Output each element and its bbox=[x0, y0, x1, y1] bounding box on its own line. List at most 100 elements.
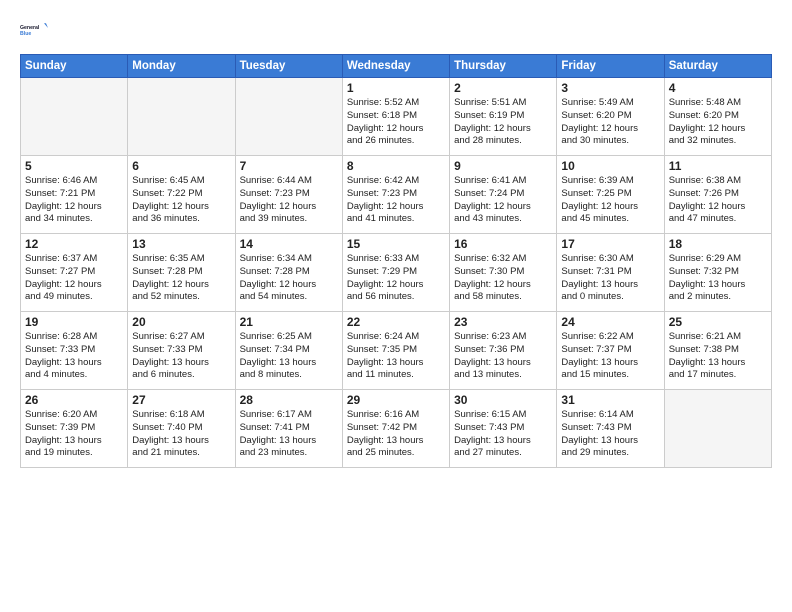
calendar-cell: 27Sunrise: 6:18 AM Sunset: 7:40 PM Dayli… bbox=[128, 390, 235, 468]
day-number: 22 bbox=[347, 315, 445, 329]
day-number: 16 bbox=[454, 237, 552, 251]
day-number: 21 bbox=[240, 315, 338, 329]
calendar-cell: 26 Sunrise: 6:20 AM Sunset: 7:39 PM Dayli… bbox=[21, 390, 128, 468]
calendar-cell: 30Sunrise: 6:15 AM Sunset: 7:43 PM Dayli… bbox=[450, 390, 557, 468]
day-info: Sunrise: 6:29 AM Sunset: 7:32 PM Dayligh… bbox=[669, 253, 767, 304]
calendar-cell: 6 Sunrise: 6:45 AM Sunset: 7:22 PM Daylig… bbox=[128, 156, 235, 234]
day-info: Sunrise: 6:27 AM Sunset: 7:33 PM Dayligh… bbox=[132, 331, 230, 382]
calendar-cell: 9 Sunrise: 6:41 AM Sunset: 7:24 PM Daylig… bbox=[450, 156, 557, 234]
day-info: Sunrise: 6:37 AM Sunset: 7:27 PM Dayligh… bbox=[25, 253, 123, 304]
day-number: 26 bbox=[25, 393, 123, 407]
day-number: 23 bbox=[454, 315, 552, 329]
day-info: Sunrise: 6:45 AM Sunset: 7:22 PM Dayligh… bbox=[132, 175, 230, 226]
calendar-cell: 12 Sunrise: 6:37 AM Sunset: 7:27 PM Dayli… bbox=[21, 234, 128, 312]
calendar-cell: 2 Sunrise: 5:51 AM Sunset: 6:19 PM Daylig… bbox=[450, 78, 557, 156]
svg-text:Blue: Blue bbox=[20, 31, 31, 37]
day-number: 6 bbox=[132, 159, 230, 173]
day-number: 14 bbox=[240, 237, 338, 251]
calendar-cell: 21 Sunrise: 6:25 AM Sunset: 7:34 PM Dayli… bbox=[235, 312, 342, 390]
day-info: Sunrise: 6:34 AM Sunset: 7:28 PM Dayligh… bbox=[240, 253, 338, 304]
calendar-cell: 10 Sunrise: 6:39 AM Sunset: 7:25 PM Dayli… bbox=[557, 156, 664, 234]
weekday-header-thursday: Thursday bbox=[450, 55, 557, 78]
calendar-cell: 22 Sunrise: 6:24 AM Sunset: 7:35 PM Dayli… bbox=[342, 312, 449, 390]
day-info: Sunrise: 6:42 AM Sunset: 7:23 PM Dayligh… bbox=[347, 175, 445, 226]
day-number: 7 bbox=[240, 159, 338, 173]
day-info: Sunrise: 6:33 AM Sunset: 7:29 PM Dayligh… bbox=[347, 253, 445, 304]
day-number: 17 bbox=[561, 237, 659, 251]
calendar-cell: 13 Sunrise: 6:35 AM Sunset: 7:28 PM Dayli… bbox=[128, 234, 235, 312]
day-number: 29 bbox=[347, 393, 445, 407]
day-number: 30 bbox=[454, 393, 552, 407]
day-number: 13 bbox=[132, 237, 230, 251]
day-info: Sunrise: 6:24 AM Sunset: 7:35 PM Dayligh… bbox=[347, 331, 445, 382]
weekday-header-sunday: Sunday bbox=[21, 55, 128, 78]
day-info: Sunrise: 6:32 AM Sunset: 7:30 PM Dayligh… bbox=[454, 253, 552, 304]
calendar-cell: 14 Sunrise: 6:34 AM Sunset: 7:28 PM Dayli… bbox=[235, 234, 342, 312]
calendar-cell: 5 Sunrise: 6:46 AM Sunset: 7:21 PM Daylig… bbox=[21, 156, 128, 234]
day-info: Sunrise: 6:20 AM Sunset: 7:39 PM Dayligh… bbox=[25, 409, 123, 460]
day-info: Sunrise: 6:39 AM Sunset: 7:25 PM Dayligh… bbox=[561, 175, 659, 226]
calendar-cell: 31 Sunrise: 6:14 AM Sunset: 7:43 PM Dayli… bbox=[557, 390, 664, 468]
calendar-cell bbox=[21, 78, 128, 156]
day-info: Sunrise: 6:25 AM Sunset: 7:34 PM Dayligh… bbox=[240, 331, 338, 382]
calendar-cell: 20 Sunrise: 6:27 AM Sunset: 7:33 PM Dayli… bbox=[128, 312, 235, 390]
calendar-cell bbox=[235, 78, 342, 156]
calendar-table: SundayMondayTuesdayWednesdayThursdayFrid… bbox=[20, 54, 772, 468]
day-number: 24 bbox=[561, 315, 659, 329]
calendar-cell: 8 Sunrise: 6:42 AM Sunset: 7:23 PM Daylig… bbox=[342, 156, 449, 234]
page-header: GeneralBlue bbox=[20, 16, 772, 44]
day-number: 1 bbox=[347, 81, 445, 95]
day-info: Sunrise: 5:52 AM Sunset: 6:18 PM Dayligh… bbox=[347, 97, 445, 148]
day-info: Sunrise: 6:35 AM Sunset: 7:28 PM Dayligh… bbox=[132, 253, 230, 304]
day-info: Sunrise: 6:14 AM Sunset: 7:43 PM Dayligh… bbox=[561, 409, 659, 460]
day-info: Sunrise: 5:49 AM Sunset: 6:20 PM Dayligh… bbox=[561, 97, 659, 148]
day-number: 25 bbox=[669, 315, 767, 329]
day-number: 2 bbox=[454, 81, 552, 95]
day-number: 18 bbox=[669, 237, 767, 251]
svg-text:General: General bbox=[20, 25, 40, 31]
day-info: Sunrise: 6:18 AM Sunset: 7:40 PM Dayligh… bbox=[132, 409, 230, 460]
day-number: 12 bbox=[25, 237, 123, 251]
weekday-header-wednesday: Wednesday bbox=[342, 55, 449, 78]
weekday-header-saturday: Saturday bbox=[664, 55, 771, 78]
calendar-cell: 17 Sunrise: 6:30 AM Sunset: 7:31 PM Dayli… bbox=[557, 234, 664, 312]
day-info: Sunrise: 6:30 AM Sunset: 7:31 PM Dayligh… bbox=[561, 253, 659, 304]
calendar-cell: 3 Sunrise: 5:49 AM Sunset: 6:20 PM Daylig… bbox=[557, 78, 664, 156]
calendar-cell: 18 Sunrise: 6:29 AM Sunset: 7:32 PM Dayli… bbox=[664, 234, 771, 312]
day-number: 5 bbox=[25, 159, 123, 173]
day-number: 15 bbox=[347, 237, 445, 251]
calendar-cell: 1 Sunrise: 5:52 AM Sunset: 6:18 PM Daylig… bbox=[342, 78, 449, 156]
calendar-cell: 15 Sunrise: 6:33 AM Sunset: 7:29 PM Dayli… bbox=[342, 234, 449, 312]
day-info: Sunrise: 6:38 AM Sunset: 7:26 PM Dayligh… bbox=[669, 175, 767, 226]
calendar-cell: 29Sunrise: 6:16 AM Sunset: 7:42 PM Dayli… bbox=[342, 390, 449, 468]
calendar-cell: 19Sunrise: 6:28 AM Sunset: 7:33 PM Dayli… bbox=[21, 312, 128, 390]
calendar-cell: 16 Sunrise: 6:32 AM Sunset: 7:30 PM Dayli… bbox=[450, 234, 557, 312]
day-info: Sunrise: 5:48 AM Sunset: 6:20 PM Dayligh… bbox=[669, 97, 767, 148]
calendar-cell: 7 Sunrise: 6:44 AM Sunset: 7:23 PM Daylig… bbox=[235, 156, 342, 234]
calendar-cell bbox=[664, 390, 771, 468]
day-number: 31 bbox=[561, 393, 659, 407]
calendar-cell: 28 Sunrise: 6:17 AM Sunset: 7:41 PM Dayli… bbox=[235, 390, 342, 468]
day-number: 8 bbox=[347, 159, 445, 173]
day-info: Sunrise: 6:23 AM Sunset: 7:36 PM Dayligh… bbox=[454, 331, 552, 382]
day-number: 28 bbox=[240, 393, 338, 407]
weekday-header-tuesday: Tuesday bbox=[235, 55, 342, 78]
calendar-cell: 23 Sunrise: 6:23 AM Sunset: 7:36 PM Dayli… bbox=[450, 312, 557, 390]
calendar-cell: 4 Sunrise: 5:48 AM Sunset: 6:20 PM Daylig… bbox=[664, 78, 771, 156]
day-number: 9 bbox=[454, 159, 552, 173]
day-info: Sunrise: 6:17 AM Sunset: 7:41 PM Dayligh… bbox=[240, 409, 338, 460]
day-info: Sunrise: 6:46 AM Sunset: 7:21 PM Dayligh… bbox=[25, 175, 123, 226]
day-number: 4 bbox=[669, 81, 767, 95]
calendar-cell: 24Sunrise: 6:22 AM Sunset: 7:37 PM Dayli… bbox=[557, 312, 664, 390]
calendar-cell: 11 Sunrise: 6:38 AM Sunset: 7:26 PM Dayli… bbox=[664, 156, 771, 234]
day-number: 20 bbox=[132, 315, 230, 329]
day-info: Sunrise: 6:44 AM Sunset: 7:23 PM Dayligh… bbox=[240, 175, 338, 226]
day-number: 3 bbox=[561, 81, 659, 95]
day-number: 11 bbox=[669, 159, 767, 173]
day-info: Sunrise: 5:51 AM Sunset: 6:19 PM Dayligh… bbox=[454, 97, 552, 148]
day-info: Sunrise: 6:41 AM Sunset: 7:24 PM Dayligh… bbox=[454, 175, 552, 226]
logo: GeneralBlue bbox=[20, 16, 48, 44]
day-number: 10 bbox=[561, 159, 659, 173]
weekday-header-friday: Friday bbox=[557, 55, 664, 78]
calendar-cell: 25Sunrise: 6:21 AM Sunset: 7:38 PM Dayli… bbox=[664, 312, 771, 390]
